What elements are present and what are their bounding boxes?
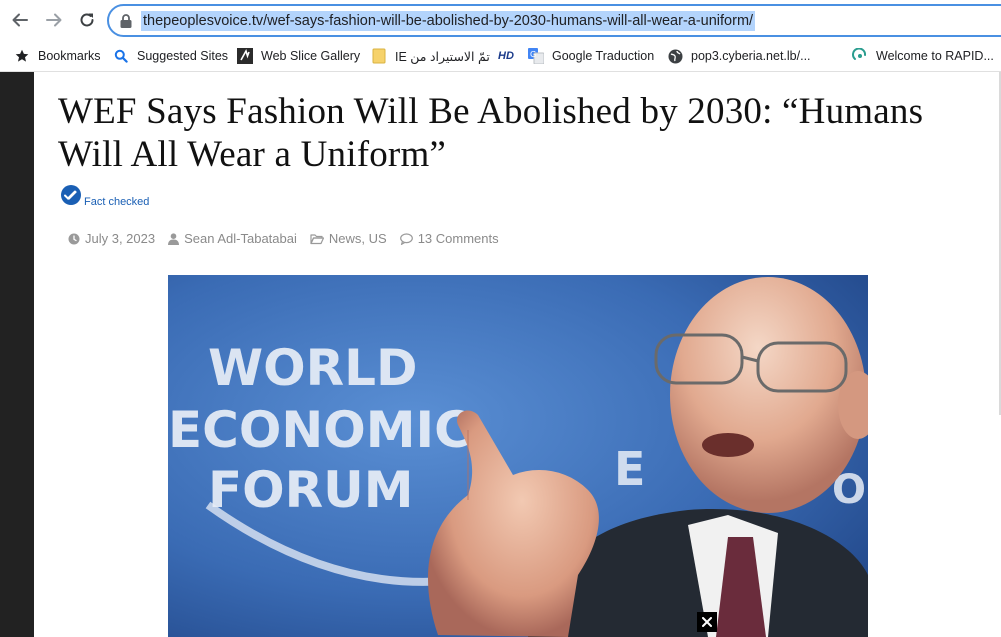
search-icon <box>113 48 129 64</box>
hd-badge: HD <box>498 50 514 62</box>
lock-icon <box>120 14 132 28</box>
face <box>670 277 866 513</box>
bookmark-label: Welcome to RAPID... <box>876 49 994 63</box>
comments-count-text[interactable]: 13 Comments <box>418 231 499 246</box>
bookmark-web-slice-gallery[interactable]: Web Slice Gallery <box>237 46 360 66</box>
bookmark-welcome-rapid[interactable]: Welcome to RAPID... <box>852 46 994 66</box>
category-link-news[interactable]: News <box>329 231 362 246</box>
bookmark-label: Suggested Sites <box>137 49 229 63</box>
bookmark-bookmarks[interactable]: Bookmarks <box>14 46 101 66</box>
url-text[interactable]: thepeoplesvoice.tv/wef-says-fashion-will… <box>141 11 756 31</box>
category-link-us[interactable]: US <box>369 231 387 246</box>
post-date-text: July 3, 2023 <box>85 231 156 246</box>
rapid-icon <box>852 48 868 64</box>
bookmark-google-traduction[interactable]: G Google Traduction <box>528 46 654 66</box>
forward-arrow-icon[interactable] <box>42 8 66 32</box>
folder-icon <box>371 48 387 64</box>
star-icon <box>14 48 30 64</box>
article-headline: WEF Says Fashion Will Be Abolished by 20… <box>58 90 958 176</box>
globe-icon <box>667 48 683 64</box>
reload-icon[interactable] <box>75 8 99 32</box>
post-date: July 3, 2023 <box>68 231 155 246</box>
bookmark-hd[interactable]: HD <box>496 46 522 66</box>
post-categories: News, US <box>310 231 387 246</box>
category-separator: , <box>361 231 369 246</box>
user-icon <box>168 232 180 245</box>
fact-checked-label: Fact checked <box>84 196 150 208</box>
hd-icon: HD <box>496 48 516 64</box>
bookmark-suggested-sites[interactable]: Suggested Sites <box>113 46 228 66</box>
wef-logo-right-e: E <box>614 442 645 496</box>
post-author-text[interactable]: Sean Adl-Tabatabai <box>184 231 297 246</box>
bookmark-pop3[interactable]: pop3.cyberia.net.lb/... <box>667 46 811 66</box>
address-bar[interactable]: thepeoplesvoice.tv/wef-says-fashion-will… <box>107 4 1001 37</box>
post-comments[interactable]: 13 Comments <box>399 231 499 246</box>
bookmark-label: pop3.cyberia.net.lb/... <box>691 49 811 63</box>
close-icon[interactable] <box>697 612 717 632</box>
post-author[interactable]: Sean Adl-Tabatabai <box>168 231 297 246</box>
headline-line-1: WEF Says Fashion Will Be Abolished by 20… <box>58 91 924 132</box>
mouth <box>702 433 754 457</box>
headline-line-2: Will All Wear a Uniform” <box>58 134 447 175</box>
featured-image-artwork: WORLD ECONOMIC FORUM E O <box>168 275 868 637</box>
svg-text:G: G <box>530 50 536 59</box>
wef-logo-line-2: ECONOMIC <box>168 401 471 459</box>
article-meta: July 3, 2023 Sean Adl-Tabatabai News, US… <box>68 231 512 246</box>
comment-icon <box>399 232 413 245</box>
article: WEF Says Fashion Will Be Abolished by 20… <box>34 72 1001 637</box>
web-slice-icon <box>237 48 253 64</box>
wef-logo-line-3: FORUM <box>208 461 414 519</box>
fact-checked-badge[interactable]: Fact checked <box>60 184 150 208</box>
bookmark-label: Web Slice Gallery <box>261 49 361 63</box>
bookmarks-bar: Bookmarks Suggested Sites Web Slice Gall… <box>0 40 1001 72</box>
page-viewport: WEF Says Fashion Will Be Abolished by 20… <box>0 72 1001 637</box>
back-arrow-icon[interactable] <box>8 8 32 32</box>
folder-open-icon <box>310 233 324 244</box>
translate-icon: G <box>528 48 544 64</box>
bookmark-label: تمّ الاستيراد من IE <box>395 49 490 64</box>
fact-check-icon <box>61 185 81 205</box>
featured-image: WORLD ECONOMIC FORUM E O <box>168 275 868 637</box>
bookmark-label: Google Traduction <box>552 49 655 63</box>
left-sidebar-strip <box>0 72 34 637</box>
clock-icon <box>68 233 80 244</box>
bookmark-imported-ie[interactable]: تمّ الاستيراد من IE <box>371 46 490 66</box>
wef-logo-line-1: WORLD <box>208 339 418 397</box>
browser-toolbar: thepeoplesvoice.tv/wef-says-fashion-will… <box>0 0 1001 40</box>
bookmark-label: Bookmarks <box>38 49 101 63</box>
